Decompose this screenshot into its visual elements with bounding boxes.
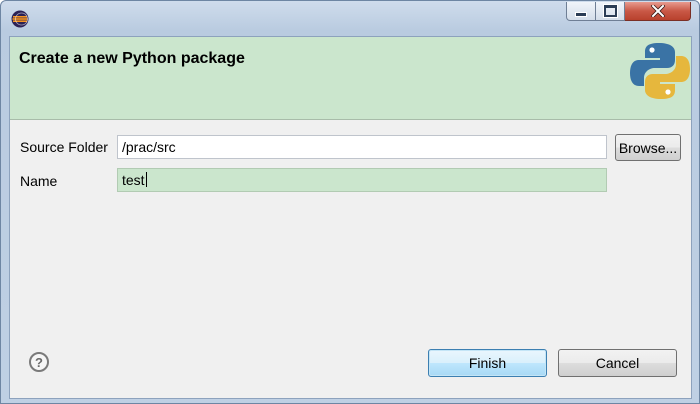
name-label: Name — [20, 173, 58, 189]
cancel-button[interactable]: Cancel — [558, 349, 677, 377]
browse-button[interactable]: Browse... — [615, 134, 681, 161]
finish-button[interactable]: Finish — [428, 349, 547, 377]
python-logo-icon — [630, 43, 690, 99]
header-banner: Create a new Python package — [10, 37, 691, 120]
dialog-window: Create a new Python package Source Folde… — [0, 0, 700, 404]
name-input-value: test — [122, 172, 145, 188]
eclipse-icon — [11, 10, 29, 28]
page-title: Create a new Python package — [19, 50, 245, 67]
source-folder-label: Source Folder — [20, 139, 108, 155]
minimize-icon — [576, 12, 586, 16]
help-icon[interactable]: ? — [29, 352, 49, 372]
close-button[interactable] — [625, 2, 691, 21]
close-icon — [650, 5, 665, 17]
source-folder-input[interactable] — [117, 135, 607, 159]
name-input[interactable]: test — [117, 168, 607, 192]
text-caret — [145, 172, 147, 187]
maximize-icon — [603, 5, 617, 17]
minimize-button[interactable] — [566, 2, 596, 21]
title-bar — [1, 1, 699, 33]
maximize-button[interactable] — [596, 2, 625, 21]
dialog-body: Create a new Python package Source Folde… — [9, 36, 692, 399]
